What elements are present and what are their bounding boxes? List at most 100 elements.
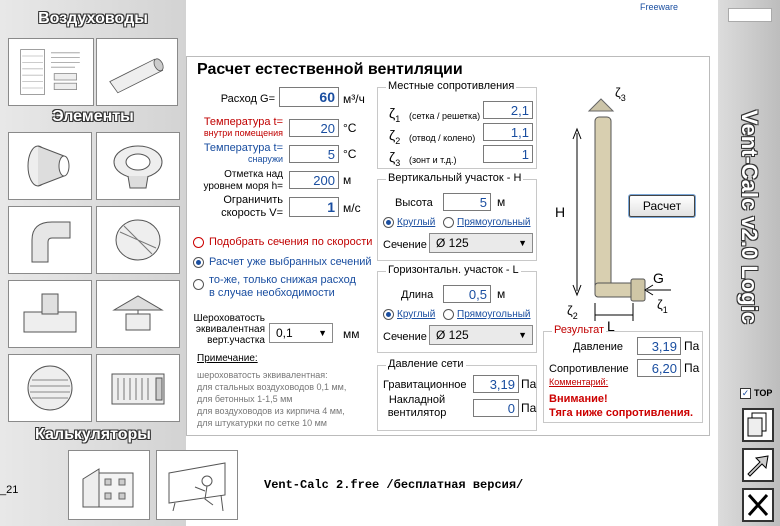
vert-section-value: Ø 125 — [436, 236, 469, 250]
calculate-button[interactable]: Расчет — [629, 195, 695, 217]
fan-label-2: вентилятор — [387, 407, 447, 419]
pressure-result-value: 3,19 — [637, 337, 681, 355]
top-checkbox[interactable]: ✓ — [740, 388, 751, 399]
note-line-2: для стальных воздуховодов 0,1 мм, — [197, 382, 347, 392]
vertical-duct — [594, 116, 612, 298]
length-unit: м — [497, 287, 506, 301]
navigate-icon[interactable] — [742, 448, 774, 482]
chevron-down-icon: ▼ — [318, 328, 327, 338]
note-line-3: для бетонных 1-1,5 мм — [197, 394, 293, 404]
height-input[interactable]: 5 — [443, 193, 491, 211]
opt-reduce-flow-label-1[interactable]: то-же, только снижая расход — [209, 274, 356, 286]
elements-header: Элементы — [52, 108, 134, 125]
warning-line-1: Внимание! — [549, 393, 608, 405]
temp-out-input[interactable]: 5 — [289, 145, 339, 163]
right-strip: Vent-Calc v2.0 Logic ✓ TOP — [718, 0, 780, 526]
note-line-4: для воздуховодов из кирпича 4 мм, — [197, 406, 345, 416]
vert-round-radio[interactable] — [383, 217, 394, 228]
fan-input[interactable]: 0 — [473, 399, 519, 417]
duct-table-icon — [20, 49, 80, 95]
element-grille-tile[interactable] — [8, 354, 92, 422]
zeta-3-input[interactable]: 1 — [483, 145, 533, 163]
height-unit: м — [497, 195, 506, 209]
zeta-2-symbol: ζ2 — [389, 127, 401, 146]
roughness-label-3: верт.участка — [207, 335, 265, 346]
opt-calc-selected-label[interactable]: Расчет уже выбранных сечений — [209, 256, 372, 268]
altitude-input[interactable]: 200 — [289, 171, 339, 189]
flow-input[interactable]: 60 — [279, 87, 339, 107]
speed-input[interactable]: 1 — [289, 197, 339, 217]
temp-in-label: Температура t= — [203, 116, 283, 128]
element-tee-tile[interactable] — [8, 280, 92, 348]
calc-building-tile[interactable] — [68, 450, 150, 520]
cap-triangle — [587, 98, 615, 112]
duct-pipe-tile[interactable] — [96, 38, 178, 106]
vert-rect-radio[interactable] — [443, 217, 454, 228]
element-diffuser-tile[interactable] — [96, 132, 180, 200]
length-symbol: L — [607, 318, 615, 331]
length-label: Длина — [401, 289, 434, 301]
horiz-round-label[interactable]: Круглый — [397, 309, 435, 320]
length-input[interactable]: 0,5 — [443, 285, 491, 303]
gravity-label: Гравитационное — [383, 379, 467, 391]
horizontal-section-title: Горизонтальн. участок - L — [386, 264, 521, 276]
zeta-2-input[interactable]: 1,1 — [483, 123, 533, 141]
pipe-icon — [109, 58, 164, 94]
opt-select-by-speed-label[interactable]: Подобрать сечения по скорости — [209, 236, 372, 248]
vert-round-label[interactable]: Круглый — [397, 217, 435, 228]
copy-icon[interactable] — [742, 408, 774, 442]
zeta-1-symbol: ζ1 — [389, 105, 401, 124]
element-damper-tile[interactable] — [96, 206, 180, 274]
calculators-header: Калькуляторы — [35, 426, 151, 443]
roughness-select[interactable]: 0,1 ▼ — [269, 323, 333, 343]
tee-icon — [23, 293, 77, 333]
heater-icon — [111, 373, 165, 405]
left-sidebar: Воздуховоды Элементы Калькуляторы — [0, 0, 238, 526]
vertical-title: Vent-Calc v2.0 Logic — [737, 110, 762, 324]
result-title: Результат — [552, 324, 607, 336]
freeware-link[interactable]: Freeware — [640, 2, 678, 12]
zeta-1-diagram: ζ1 — [657, 297, 668, 315]
altitude-label-2: уровнем моря h= — [203, 181, 283, 192]
elbow-icon — [31, 221, 71, 263]
calc-designer-tile[interactable] — [156, 450, 238, 520]
resistance-result-label: Сопротивление — [549, 363, 629, 375]
horiz-round-radio[interactable] — [383, 309, 394, 320]
duct-table-tile[interactable] — [8, 38, 94, 106]
horiz-rect-radio[interactable] — [443, 309, 454, 320]
note-line-1: шероховатость эквивалентная: — [197, 370, 328, 380]
zeta-1-input[interactable]: 2,1 — [483, 101, 533, 119]
horiz-rect-label[interactable]: Прямоугольный — [457, 309, 531, 320]
opt-select-by-speed-radio[interactable] — [193, 237, 204, 248]
vert-rect-label[interactable]: Прямоугольный — [457, 217, 531, 228]
element-heater-tile[interactable] — [96, 354, 180, 422]
bottom-left-fragment: _21 — [0, 484, 19, 496]
pressure-result-unit: Па — [684, 339, 700, 353]
opt-reduce-flow-radio[interactable] — [193, 279, 204, 290]
element-reducer-tile[interactable] — [8, 132, 92, 200]
gravity-unit: Па — [521, 377, 537, 391]
fan-unit: Па — [521, 401, 537, 415]
zeta-2-diagram: ζ2 — [567, 303, 578, 321]
opt-reduce-flow-label-2[interactable]: в случае необходимости — [209, 287, 335, 299]
speed-unit: м/с — [343, 201, 361, 215]
element-elbow-tile[interactable] — [8, 206, 92, 274]
temp-in-input[interactable]: 20 — [289, 119, 339, 137]
vert-section-select[interactable]: Ø 125 ▼ — [429, 233, 533, 253]
drafting-icon — [168, 462, 226, 511]
horiz-section-select[interactable]: Ø 125 ▼ — [429, 325, 533, 345]
zeta-1-label: (сетка / решетка) — [409, 111, 481, 121]
local-resistances-title: Местные сопротивления — [386, 80, 517, 92]
chevron-down-icon: ▼ — [518, 238, 527, 248]
opt-calc-selected-radio[interactable] — [193, 257, 204, 268]
top-slot — [728, 8, 772, 22]
temp-out-sub: снаружи — [247, 154, 283, 164]
vert-section-label: Сечение — [383, 239, 427, 251]
network-pressure-title: Давление сети — [386, 358, 466, 370]
comment-label: Комментарий: — [549, 377, 609, 387]
zeta-3-label: (зонт и т.д.) — [409, 155, 457, 165]
close-icon[interactable] — [742, 488, 774, 522]
element-cap-tile[interactable] — [96, 280, 180, 348]
flow-label: Расход G= — [220, 93, 275, 105]
roughness-value: 0,1 — [276, 326, 293, 340]
